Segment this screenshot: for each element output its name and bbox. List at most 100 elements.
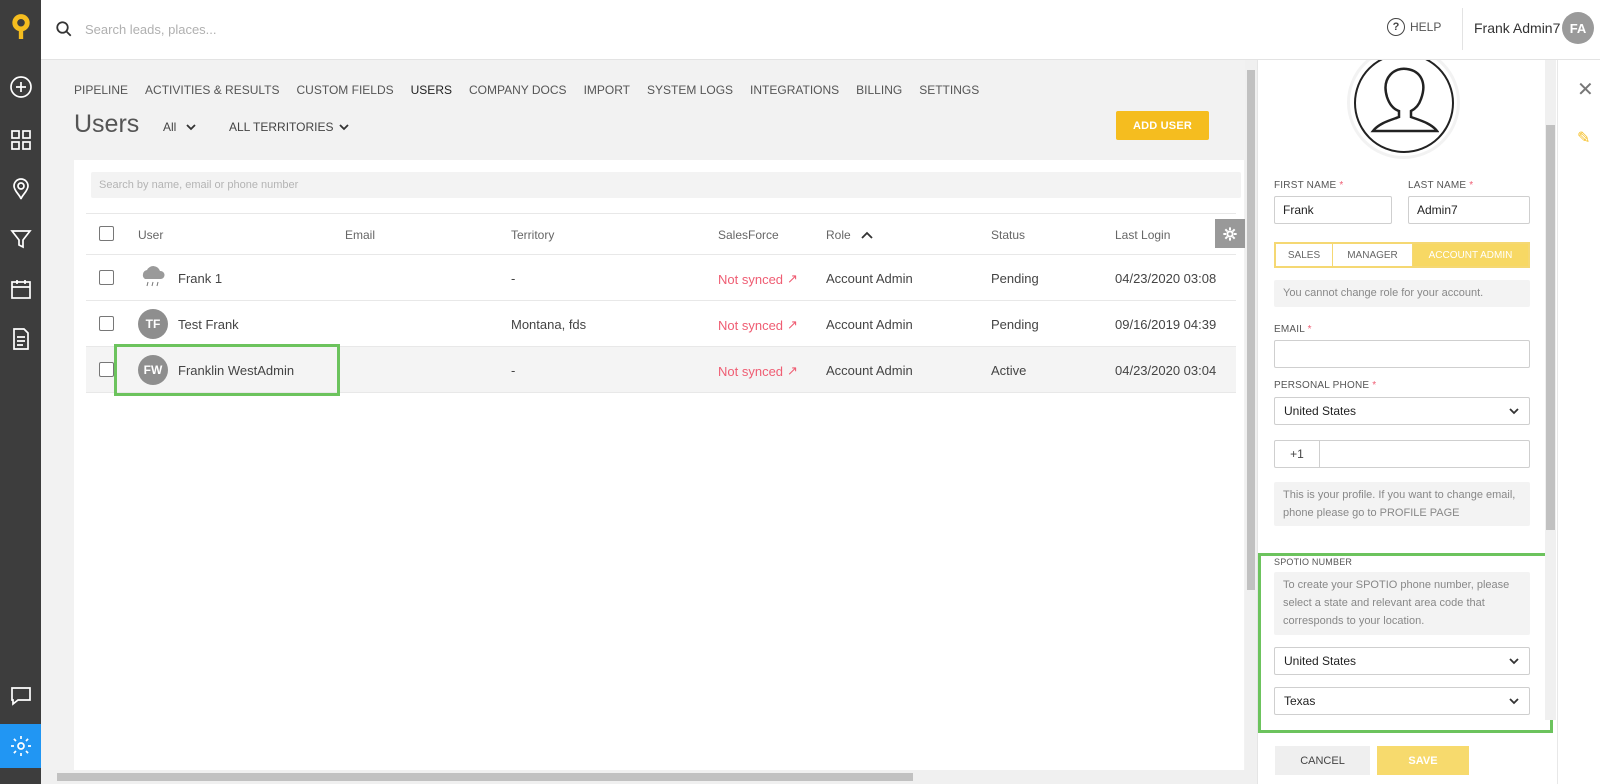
user-name-cell[interactable]: Test Frank [178, 317, 239, 332]
calendar-icon[interactable] [0, 269, 41, 309]
col-territory[interactable]: Territory [511, 228, 554, 242]
required-marker: * [1372, 380, 1377, 391]
scroll-thumb[interactable] [1546, 125, 1555, 530]
salesforce-link[interactable]: Not synced ↗ [718, 271, 798, 287]
tab-pipeline[interactable]: PIPELINE [74, 83, 128, 97]
tab-integrations[interactable]: INTEGRATIONS [750, 83, 839, 97]
last-name-label: LAST NAME * [1408, 180, 1473, 191]
salesforce-link[interactable]: Not synced ↗ [718, 363, 798, 379]
chevron-down-icon [339, 124, 350, 131]
person-silhouette-icon [1353, 60, 1454, 153]
table-vertical-scrollbar[interactable] [1245, 60, 1257, 770]
cloud-storm-icon [142, 266, 165, 287]
user-name[interactable]: Frank Admin7 [1474, 20, 1560, 36]
salesforce-link[interactable]: Not synced ↗ [718, 317, 798, 333]
role-cell: Account Admin [826, 271, 913, 286]
role-option-manager[interactable]: MANAGER [1333, 244, 1413, 266]
user-search-input[interactable] [91, 172, 1241, 198]
select-all-checkbox[interactable] [99, 226, 114, 241]
table-row[interactable]: Frank 1 - Not synced ↗ Account Admin Pend… [86, 255, 1236, 301]
row-checkbox[interactable] [99, 362, 114, 377]
edit-pencil-icon[interactable]: ✎ [1577, 128, 1590, 148]
email-input[interactable] [1274, 340, 1530, 368]
left-rail [0, 0, 41, 784]
tab-activities-results[interactable]: ACTIVITIES & RESULTS [145, 83, 279, 97]
cancel-button[interactable]: CANCEL [1275, 746, 1370, 775]
role-note: You cannot change role for your account. [1274, 280, 1530, 307]
scroll-thumb[interactable] [57, 773, 913, 781]
territory-cell: - [511, 363, 516, 378]
spotio-logo-icon[interactable] [0, 6, 41, 46]
phone-country-select[interactable]: United States [1274, 397, 1530, 425]
role-option-account-admin[interactable]: ACCOUNT ADMIN [1413, 244, 1528, 266]
funnel-icon[interactable] [0, 219, 41, 259]
last-login-cell: 04/23/2020 03:08 [1115, 271, 1217, 286]
phone-label-text: PERSONAL PHONE [1274, 380, 1370, 391]
phone-number-field: +1 [1274, 440, 1530, 468]
table-row[interactable]: TF Test Frank Montana, fds Not synced ↗ A… [86, 301, 1236, 347]
add-user-button[interactable]: ADD USER [1116, 111, 1209, 140]
first-name-input[interactable] [1274, 196, 1392, 224]
status-filter-dropdown[interactable]: All [163, 120, 196, 134]
col-user[interactable]: User [138, 228, 163, 242]
col-salesforce[interactable]: SalesForce [718, 228, 779, 242]
scroll-thumb[interactable] [1247, 70, 1255, 590]
salesforce-status: Not synced [718, 271, 784, 287]
table-header: User Email Territory SalesForce Role Sta… [86, 213, 1236, 255]
profile-note: This is your profile. If you want to cha… [1274, 482, 1530, 526]
territory-filter-value: ALL TERRITORIES [229, 120, 334, 134]
row-checkbox[interactable] [99, 270, 114, 285]
status-cell: Pending [991, 317, 1039, 332]
global-search-input[interactable] [85, 18, 485, 40]
tab-billing[interactable]: BILLING [856, 83, 902, 97]
tab-users[interactable]: USERS [411, 83, 452, 97]
role-option-sales[interactable]: SALES [1276, 244, 1333, 266]
salesforce-status: Not synced [718, 317, 784, 333]
col-email[interactable]: Email [345, 228, 375, 242]
phone-country-value: United States [1284, 404, 1357, 418]
help-link[interactable]: ? HELP [1387, 18, 1441, 36]
required-marker: * [1469, 180, 1474, 191]
territory-filter-dropdown[interactable]: ALL TERRITORIES [229, 120, 350, 134]
required-marker: * [1307, 324, 1312, 335]
profile-photo[interactable] [1347, 60, 1460, 159]
panel-scrollbar[interactable] [1545, 60, 1556, 720]
col-role[interactable]: Role [826, 228, 873, 242]
panel-actions-column [1557, 60, 1600, 784]
territory-cell: Montana, fds [511, 317, 587, 332]
sort-ascending-icon [861, 231, 873, 239]
users-table-panel: User Email Territory SalesForce Role Sta… [74, 160, 1244, 770]
add-icon[interactable] [0, 67, 41, 107]
close-icon[interactable]: ✕ [1577, 77, 1594, 102]
help-label: HELP [1410, 20, 1442, 34]
phone-prefix: +1 [1275, 441, 1320, 467]
required-marker: * [1339, 180, 1344, 191]
tab-import[interactable]: IMPORT [584, 83, 630, 97]
row-checkbox[interactable] [99, 316, 114, 331]
user-name-cell[interactable]: Frank 1 [178, 271, 222, 286]
column-settings-button[interactable] [1215, 219, 1245, 248]
chat-icon[interactable] [0, 676, 41, 716]
settings-gear-icon[interactable] [0, 724, 41, 768]
tab-custom-fields[interactable]: CUSTOM FIELDS [297, 83, 394, 97]
phone-number-input[interactable] [1320, 441, 1529, 467]
dashboard-icon[interactable] [0, 120, 41, 160]
tab-settings[interactable]: SETTINGS [919, 83, 979, 97]
tab-company-docs[interactable]: COMPANY DOCS [469, 83, 567, 97]
last-name-input[interactable] [1408, 196, 1530, 224]
table-horizontal-scrollbar[interactable] [41, 770, 1257, 784]
col-role-label: Role [826, 228, 851, 242]
territory-cell: - [511, 271, 516, 286]
col-status[interactable]: Status [991, 228, 1025, 242]
document-icon[interactable] [0, 319, 41, 359]
tab-system-logs[interactable]: SYSTEM LOGS [647, 83, 733, 97]
external-link-icon: ↗ [787, 271, 798, 286]
user-photo [138, 263, 168, 293]
save-button[interactable]: SAVE [1377, 746, 1469, 775]
page-title: Users [74, 110, 140, 138]
col-last-login[interactable]: Last Login [1115, 228, 1170, 242]
user-avatar[interactable]: FA [1562, 12, 1594, 44]
map-pin-icon[interactable] [0, 169, 41, 209]
last-login-cell: 04/23/2020 03:04 [1115, 363, 1217, 378]
last-name-label-text: LAST NAME [1408, 180, 1467, 191]
